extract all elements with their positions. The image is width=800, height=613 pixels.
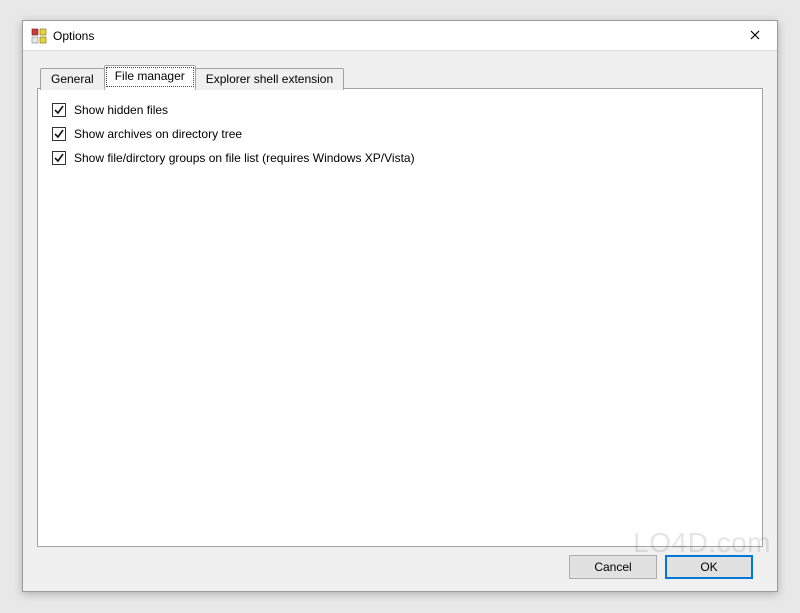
tab-file-manager[interactable]: File manager [104,65,196,89]
dialog-button-row: Cancel OK [37,555,763,579]
option-row-show-hidden: Show hidden files [52,103,748,117]
tab-general[interactable]: General [40,68,105,90]
tab-panel-file-manager: Show hidden files Show archives on direc… [37,88,763,547]
checkbox-show-groups[interactable] [52,151,66,165]
cancel-button[interactable]: Cancel [569,555,657,579]
titlebar: Options [23,21,777,51]
tab-explorer-shell-extension[interactable]: Explorer shell extension [195,68,344,90]
option-row-show-groups: Show file/dirctory groups on file list (… [52,151,748,165]
app-icon [31,28,47,44]
option-row-show-archives: Show archives on directory tree [52,127,748,141]
label-show-groups: Show file/dirctory groups on file list (… [74,151,415,165]
checkbox-show-archives[interactable] [52,127,66,141]
label-show-hidden: Show hidden files [74,103,168,117]
label-show-archives: Show archives on directory tree [74,127,242,141]
ok-button[interactable]: OK [665,555,753,579]
client-area: General File manager Explorer shell exte… [23,51,777,591]
close-button[interactable] [733,21,777,50]
options-dialog: Options General File manager Explorer sh… [22,20,778,592]
window-title: Options [53,29,733,43]
close-icon [750,27,760,45]
tabstrip: General File manager Explorer shell exte… [37,65,763,89]
checkbox-show-hidden[interactable] [52,103,66,117]
